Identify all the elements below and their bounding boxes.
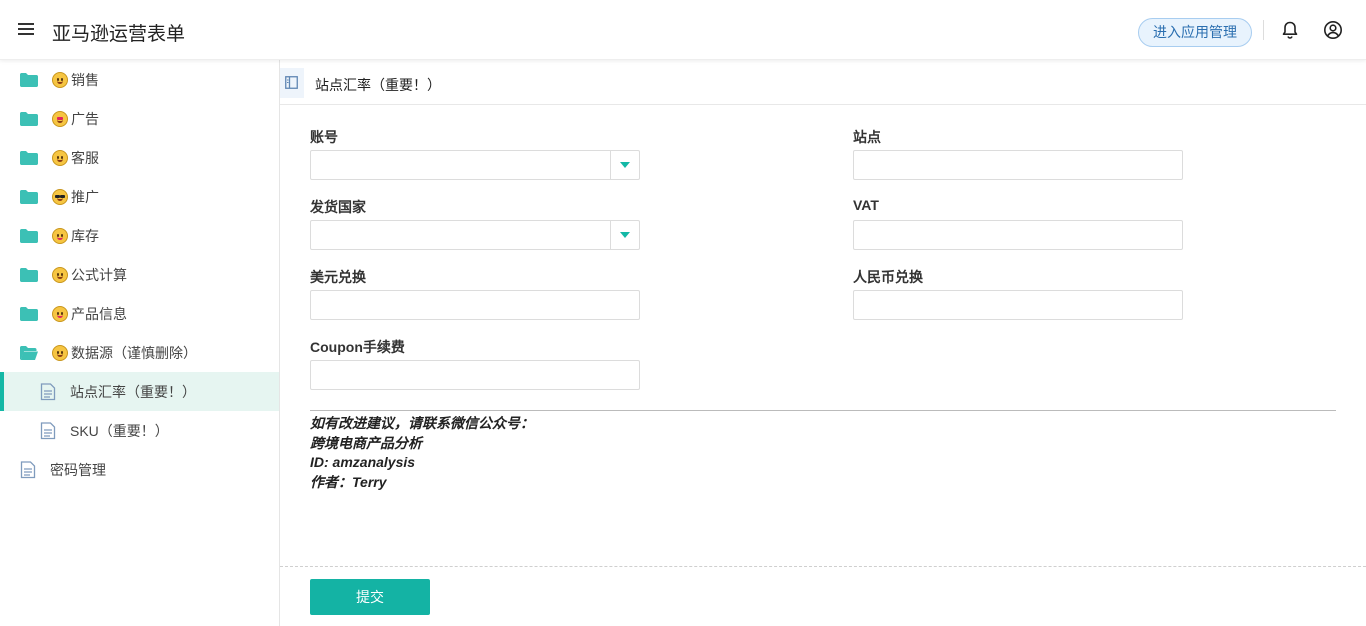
ship-country-label: 发货国家 bbox=[310, 199, 366, 215]
sidebar: 销售 广告 客服 推广 库存 公式计算 产品信息 数据源（谨慎删除） 站点汇率（… bbox=[0, 60, 280, 626]
thinking-face-emoji-icon bbox=[52, 344, 68, 361]
sidebar-item-product-info[interactable]: 产品信息 bbox=[0, 294, 279, 333]
coupon-fee-label: Coupon手续费 bbox=[310, 339, 405, 355]
grinning-face-emoji-icon bbox=[52, 149, 68, 166]
sidebar-item-label: SKU（重要！） bbox=[70, 422, 169, 439]
sidebar-item-label: 产品信息 bbox=[71, 305, 127, 322]
sidebar-item-ads[interactable]: 广告 bbox=[0, 99, 279, 138]
site-label: 站点 bbox=[853, 129, 881, 145]
user-avatar-icon[interactable] bbox=[1323, 20, 1343, 40]
folder-icon bbox=[20, 150, 38, 165]
folder-icon bbox=[20, 228, 38, 243]
rmb-exchange-label: 人民币兑换 bbox=[853, 269, 923, 285]
usd-exchange-label: 美元兑换 bbox=[310, 269, 366, 285]
chevron-down-icon[interactable] bbox=[610, 221, 639, 249]
top-bar: 亚马逊运营表单 进入应用管理 bbox=[0, 0, 1366, 60]
sidebar-item-data-source[interactable]: 数据源（谨慎删除） bbox=[0, 333, 279, 372]
tab-title: 站点汇率（重要！） bbox=[315, 77, 441, 93]
sidebar-item-label: 广告 bbox=[71, 110, 99, 127]
sidebar-item-sku[interactable]: SKU（重要！） bbox=[0, 411, 279, 450]
header-divider bbox=[1263, 20, 1264, 40]
sidebar-item-inventory[interactable]: 库存 bbox=[0, 216, 279, 255]
sidebar-item-formula[interactable]: 公式计算 bbox=[0, 255, 279, 294]
tongue-face-emoji-icon bbox=[52, 227, 68, 244]
note-line: 如有改进建议，请联系微信公众号： bbox=[310, 415, 534, 431]
sidebar-item-label: 推广 bbox=[71, 188, 99, 205]
sidebar-item-sales[interactable]: 销售 bbox=[0, 60, 279, 99]
enter-app-management-button[interactable]: 进入应用管理 bbox=[1138, 18, 1252, 47]
grinning-squint-emoji-icon bbox=[52, 266, 68, 283]
bell-icon[interactable] bbox=[1280, 20, 1300, 40]
tongue-out-emoji-icon bbox=[52, 305, 68, 322]
vat-label: VAT bbox=[853, 197, 879, 213]
sidebar-item-site-exchange-rate[interactable]: 站点汇率（重要！） bbox=[0, 372, 279, 411]
panel-toggle-icon bbox=[285, 76, 298, 89]
submit-button[interactable]: 提交 bbox=[310, 579, 430, 615]
hamburger-menu-icon[interactable] bbox=[16, 20, 38, 40]
sidebar-item-customer-service[interactable]: 客服 bbox=[0, 138, 279, 177]
sidebar-item-label: 库存 bbox=[71, 227, 99, 244]
sidebar-item-label: 销售 bbox=[71, 71, 99, 88]
site-input[interactable] bbox=[853, 150, 1183, 180]
contact-note: 如有改进建议，请联系微信公众号： 跨境电商产品分析 ID: amzanalysi… bbox=[310, 414, 534, 492]
sidebar-item-label: 密码管理 bbox=[50, 461, 106, 478]
sidebar-item-promotion[interactable]: 推广 bbox=[0, 177, 279, 216]
app-title: 亚马逊运营表单 bbox=[52, 24, 186, 45]
sidebar-item-label: 数据源（谨慎删除） bbox=[71, 344, 197, 361]
sidebar-item-label: 站点汇率（重要！） bbox=[70, 383, 196, 400]
chevron-down-icon[interactable] bbox=[610, 151, 639, 179]
account-label: 账号 bbox=[310, 129, 338, 145]
sidebar-item-password-management[interactable]: 密码管理 bbox=[0, 450, 279, 489]
folder-icon bbox=[20, 267, 38, 282]
folder-open-icon bbox=[20, 345, 38, 360]
folder-icon bbox=[20, 189, 38, 204]
sunglasses-emoji-icon bbox=[52, 188, 68, 205]
smiling-face-emoji-icon bbox=[52, 71, 68, 88]
folder-icon bbox=[20, 306, 38, 321]
usd-exchange-input[interactable] bbox=[310, 290, 640, 320]
folder-icon bbox=[20, 72, 38, 87]
document-icon bbox=[20, 460, 36, 478]
rmb-exchange-input[interactable] bbox=[853, 290, 1183, 320]
coupon-fee-input[interactable] bbox=[310, 360, 640, 390]
tab-bar: 站点汇率（重要！） bbox=[280, 60, 1366, 105]
sidebar-toggle-button[interactable] bbox=[280, 68, 304, 98]
sidebar-item-label: 公式计算 bbox=[71, 266, 127, 283]
heart-eyes-emoji-icon bbox=[52, 110, 68, 127]
note-line: ID: amzanalysis bbox=[310, 454, 416, 470]
footer-divider bbox=[280, 566, 1366, 567]
account-select[interactable] bbox=[310, 150, 640, 180]
ship-country-select[interactable] bbox=[310, 220, 640, 250]
document-icon bbox=[40, 382, 56, 400]
document-icon bbox=[40, 421, 56, 439]
vat-input[interactable] bbox=[853, 220, 1183, 250]
note-line: 跨境电商产品分析 bbox=[310, 434, 422, 451]
sidebar-item-label: 客服 bbox=[71, 149, 99, 166]
section-divider bbox=[310, 410, 1336, 411]
note-line: 作者：Terry bbox=[310, 473, 387, 490]
folder-icon bbox=[20, 111, 38, 126]
